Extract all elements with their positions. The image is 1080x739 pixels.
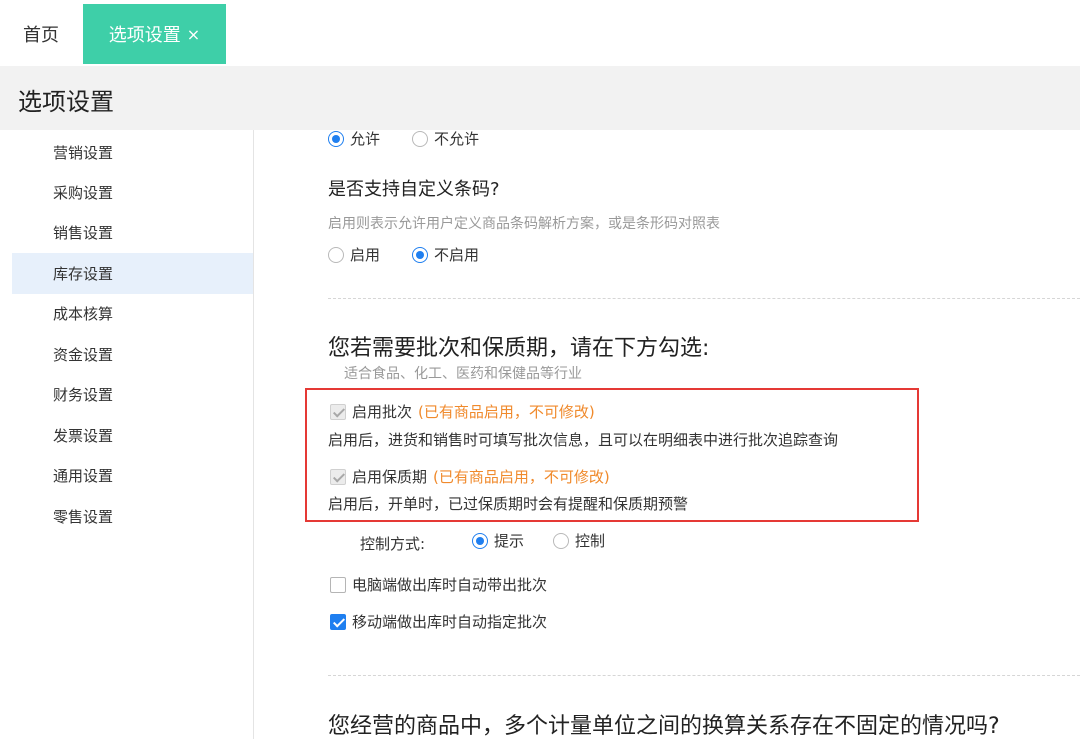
barcode-enable-radio[interactable] — [328, 246, 344, 263]
enable-batch-warning: (已有商品启用，不可修改) — [418, 403, 595, 421]
sidebar-item-inventory[interactable]: 库存设置 — [12, 253, 253, 294]
enable-shelf-life-description: 启用后，开单时，已过保质期时会有提醒和保质期预警 — [328, 495, 689, 513]
batch-section-subheading: 适合食品、化工、医药和保健品等行业 — [344, 366, 582, 382]
disallow-label: 不允许 — [434, 130, 480, 148]
settings-content: 允许 不允许 是否支持自定义条码? 启用则表示允许用户定义商品条码解析方案，或是… — [254, 130, 1080, 739]
sidebar-item-label: 资金设置 — [53, 345, 114, 364]
barcode-enable-label: 启用 — [350, 246, 381, 264]
pc-auto-batch-option[interactable]: 电脑端做出库时自动带出批次 — [330, 574, 547, 595]
control-strict-label: 控制 — [575, 532, 606, 550]
sidebar-item-funds[interactable]: 资金设置 — [12, 334, 253, 375]
enable-batch-description: 启用后，进货和销售时可填写批次信息，且可以在明细表中进行批次追踪查询 — [328, 431, 839, 449]
control-prompt-option[interactable]: 提示 — [472, 530, 524, 551]
control-prompt-radio[interactable] — [472, 532, 488, 549]
sidebar-item-label: 财务设置 — [53, 386, 114, 405]
mobile-auto-batch-label: 移动端做出库时自动指定批次 — [352, 613, 548, 631]
custom-barcode-question: 是否支持自定义条码? — [328, 179, 500, 200]
tab-options-settings[interactable]: 选项设置 × — [83, 4, 226, 64]
sidebar-item-invoice[interactable]: 发票设置 — [12, 415, 253, 456]
barcode-enable-option[interactable]: 启用 — [328, 244, 380, 265]
page-header: 选项设置 — [0, 66, 1080, 130]
custom-barcode-hint: 启用则表示允许用户定义商品条码解析方案，或是条形码对照表 — [328, 216, 720, 232]
barcode-disable-option[interactable]: 不启用 — [412, 244, 479, 265]
allow-radio[interactable] — [328, 130, 344, 147]
unit-conversion-question: 您经营的商品中，多个计量单位之间的换算关系存在不固定的情况吗? — [328, 714, 1000, 739]
sidebar-item-label: 通用设置 — [53, 467, 114, 486]
sidebar-item-retail[interactable]: 零售设置 — [12, 496, 253, 537]
tab-home-label: 首页 — [23, 25, 59, 46]
enable-batch-checkbox — [330, 403, 346, 420]
sidebar-item-label: 库存设置 — [53, 264, 114, 283]
control-mode-label: 控制方式: — [360, 535, 426, 553]
tab-home[interactable]: 首页 — [0, 4, 82, 64]
control-prompt-label: 提示 — [494, 532, 525, 550]
sidebar-item-label: 采购设置 — [53, 183, 114, 202]
enable-shelf-life-label: 启用保质期 — [352, 468, 428, 486]
enable-shelf-life-warning: (已有商品启用，不可修改) — [433, 468, 610, 486]
enable-batch-label: 启用批次 — [352, 403, 413, 421]
section-divider — [328, 675, 1080, 676]
pc-auto-batch-checkbox[interactable] — [330, 576, 346, 593]
sidebar: 营销设置 采购设置 销售设置 库存设置 成本核算 资金设置 财务设置 发票设置 … — [12, 130, 254, 739]
sidebar-item-purchase[interactable]: 采购设置 — [12, 172, 253, 213]
page-title: 选项设置 — [18, 88, 114, 116]
batch-section-heading: 您若需要批次和保质期，请在下方勾选: — [328, 336, 710, 361]
disallow-option[interactable]: 不允许 — [412, 130, 479, 149]
sidebar-item-finance[interactable]: 财务设置 — [12, 375, 253, 416]
sidebar-item-label: 零售设置 — [53, 507, 114, 526]
tab-bar: 首页 选项设置 × — [0, 0, 1080, 66]
section-divider — [328, 298, 1080, 299]
sidebar-item-marketing[interactable]: 营销设置 — [12, 130, 253, 172]
mobile-auto-batch-checkbox[interactable] — [330, 613, 346, 630]
sidebar-item-cost-accounting[interactable]: 成本核算 — [12, 294, 253, 335]
sidebar-item-sales[interactable]: 销售设置 — [12, 213, 253, 254]
enable-shelf-life-checkbox — [330, 468, 346, 485]
allow-label: 允许 — [350, 130, 381, 148]
mobile-auto-batch-option[interactable]: 移动端做出库时自动指定批次 — [330, 611, 547, 632]
tab-options-settings-label: 选项设置 — [108, 25, 181, 46]
sidebar-item-label: 成本核算 — [53, 305, 114, 324]
enable-batch-option: 启用批次 (已有商品启用，不可修改) — [330, 401, 595, 422]
enable-shelf-life-option: 启用保质期 (已有商品启用，不可修改) — [330, 466, 610, 487]
allow-option[interactable]: 允许 — [328, 130, 380, 149]
control-strict-radio[interactable] — [553, 532, 569, 549]
sidebar-item-label: 发票设置 — [53, 426, 114, 445]
close-icon[interactable]: × — [187, 25, 200, 44]
barcode-disable-radio[interactable] — [412, 246, 428, 263]
barcode-disable-label: 不启用 — [434, 246, 480, 264]
disallow-radio[interactable] — [412, 130, 428, 147]
sidebar-item-label: 营销设置 — [53, 143, 114, 162]
sidebar-item-general[interactable]: 通用设置 — [12, 456, 253, 497]
sidebar-item-label: 销售设置 — [53, 224, 114, 243]
pc-auto-batch-label: 电脑端做出库时自动带出批次 — [352, 576, 548, 594]
control-strict-option[interactable]: 控制 — [553, 530, 605, 551]
